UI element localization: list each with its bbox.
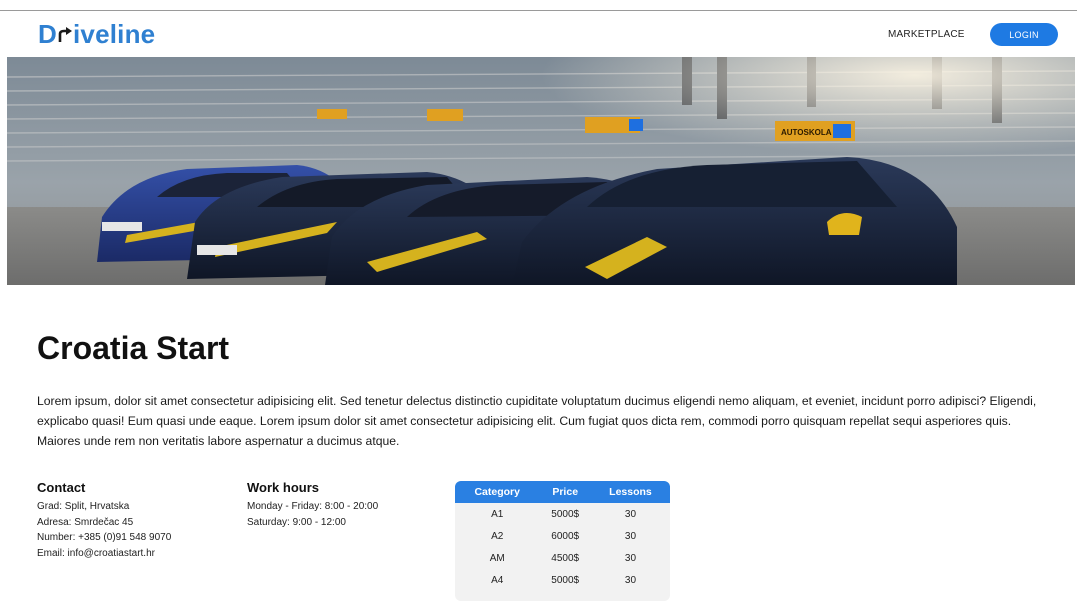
school-description: Lorem ipsum, dolor sit amet consectetur … [37,394,1037,448]
cell-price: 5000$ [551,508,580,520]
cell-category: AM [489,552,505,564]
table-row: A4 5000$ 30 [455,569,670,591]
table-row: AM 4500$ 30 [455,547,670,569]
cell-price: 4500$ [551,552,580,564]
contact-city: Grad: Split, Hrvatska [37,501,130,512]
cell-category: A2 [491,530,504,542]
contact-address: Adresa: Smrdečac 45 [37,516,134,528]
steering-arrow-icon [58,26,72,42]
page-title: Croatia Start [37,330,230,366]
logo-letter-d: D [38,19,57,49]
cell-lessons: 30 [624,574,637,586]
cell-category: A4 [491,574,504,586]
cell-lessons: 30 [624,552,637,564]
table-row: A1 5000$ 30 [455,503,670,525]
contact-phone: Number: +385 (0)91 548 9070 [37,532,172,543]
cell-price: 5000$ [551,574,580,586]
price-table-header: Category Price Lessons [455,481,670,503]
hero-image: AUTOSKOLA [7,57,1075,285]
login-button[interactable]: LOGIN [990,23,1058,46]
brand-logo[interactable]: D iveline [38,19,155,50]
cell-price: 6000$ [551,530,580,542]
marketplace-link[interactable]: MARKETPLACE [888,29,965,40]
cell-category: A1 [491,508,504,520]
column-header-lessons: Lessons [590,481,670,503]
cell-lessons: 30 [624,508,637,520]
column-header-price: Price [539,481,591,503]
contact-section: Contact Grad: Split, Hrvatska Adresa: Sm… [37,480,171,561]
table-row: A2 6000$ 30 [455,525,670,547]
logo-text: iveline [72,19,156,49]
weekday-hours: Monday - Friday: 8:00 - 20:00 [247,501,379,512]
price-table: Category Price Lessons A1 5000$ 30 A2 60… [455,481,670,601]
saturday-hours: Saturday: 9:00 - 12:00 [247,516,346,528]
column-header-category: Category [455,481,540,503]
contact-email: Email: info@croatiastart.hr [37,547,155,559]
contact-heading: Contact [37,480,86,495]
site-header: D iveline MARKETPLACE LOGIN [0,11,1077,57]
driving-school-cars-photo: AUTOSKOLA [7,57,1075,285]
sign-label: AUTOSKOLA [781,128,832,137]
work-hours-section: Work hours Monday - Friday: 8:00 - 20:00… [247,480,378,530]
cell-lessons: 30 [624,530,637,542]
work-hours-heading: Work hours [247,480,319,495]
